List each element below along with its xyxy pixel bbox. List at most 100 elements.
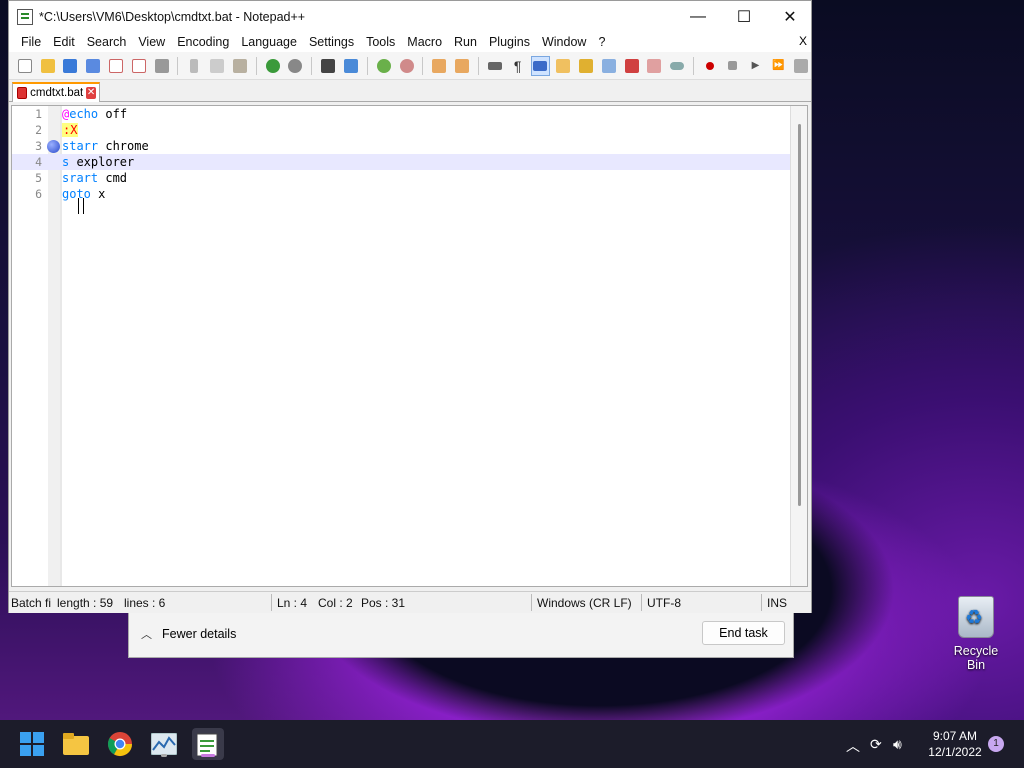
folder-workspace-icon[interactable] — [599, 56, 619, 76]
close-button[interactable]: ✕ — [767, 1, 813, 32]
save-macro-icon[interactable] — [791, 56, 811, 76]
vertical-scrollbar[interactable] — [790, 106, 807, 586]
editor-area[interactable]: 1 @echo off 2:X 3 starr chrome 4 s explorer 5 sr… — [11, 105, 808, 587]
function-list-icon[interactable] — [576, 56, 596, 76]
status-ln: Ln : 4 — [277, 596, 308, 610]
undo-icon[interactable] — [263, 56, 283, 76]
start-button[interactable] — [16, 728, 48, 760]
run-macro-multiple-icon[interactable]: ⏩ — [768, 56, 788, 76]
notification-badge[interactable]: 1 — [988, 736, 1004, 752]
code-line[interactable]: 4 s explorer — [12, 154, 792, 170]
open-file-icon[interactable] — [38, 56, 58, 76]
find-icon[interactable] — [318, 56, 338, 76]
toolbar-separator — [693, 56, 694, 75]
clock[interactable]: 9:07 AM 12/1/2022 — [920, 728, 990, 760]
volume-icon[interactable]: 🔊︎ — [893, 736, 902, 753]
close-all-icon[interactable] — [129, 56, 149, 76]
copy-icon[interactable] — [207, 56, 227, 76]
running-indicator — [161, 754, 167, 757]
code-line[interactable]: 5 srart cmd — [12, 170, 792, 186]
notepadpp-window: *C:\Users\VM6\Desktop\cmdtxt.bat - Notep… — [8, 0, 812, 613]
notepadpp-app-icon[interactable] — [17, 8, 33, 25]
save-icon[interactable] — [61, 56, 81, 76]
code-token: starr — [62, 139, 99, 153]
menu-plugins[interactable]: Plugins — [483, 35, 536, 49]
menu-macro[interactable]: Macro — [401, 35, 448, 49]
zoom-in-icon[interactable] — [374, 56, 394, 76]
menu-run[interactable]: Run — [448, 35, 483, 49]
status-col: Col : 2 — [318, 596, 353, 610]
play-macro-icon[interactable]: ▶ — [746, 56, 766, 76]
eye-icon[interactable] — [667, 56, 687, 76]
doc-map-icon[interactable] — [553, 56, 573, 76]
show-hidden-icons-button[interactable]: ︿ — [846, 736, 860, 756]
show-all-chars-icon[interactable]: ¶ — [508, 56, 528, 76]
code-line[interactable]: 2:X — [12, 122, 792, 138]
scroll-thumb[interactable] — [798, 124, 801, 506]
menu-tools[interactable]: Tools — [360, 35, 401, 49]
status-length: length : 59 — [57, 596, 114, 610]
menu-settings[interactable]: Settings — [303, 35, 360, 49]
close-icon[interactable] — [106, 56, 126, 76]
close-document-button[interactable]: X — [799, 34, 807, 48]
chrome-icon — [107, 732, 132, 757]
stop-record-icon[interactable] — [723, 56, 743, 76]
cut-icon[interactable] — [184, 56, 204, 76]
toolbar-separator — [177, 56, 179, 75]
status-encoding: UTF-8 — [647, 596, 681, 610]
sync-vertical-icon[interactable] — [429, 56, 449, 76]
file-explorer-button[interactable] — [60, 728, 92, 760]
record-macro-icon[interactable] — [700, 56, 720, 76]
minimize-button[interactable]: — — [675, 1, 721, 32]
code-token: cmd — [98, 171, 128, 185]
word-wrap-icon[interactable] — [485, 56, 505, 76]
status-lines: lines : 6 — [124, 596, 166, 610]
line-number: 4 — [35, 155, 42, 169]
chrome-button[interactable] — [104, 728, 136, 760]
sync-horizontal-icon[interactable] — [452, 56, 472, 76]
replace-icon[interactable] — [341, 56, 361, 76]
menu-search[interactable]: Search — [81, 35, 133, 49]
redo-icon[interactable] — [286, 56, 306, 76]
tab-label: cmdtxt.bat — [30, 87, 84, 99]
status-pos: Pos : 31 — [361, 596, 406, 610]
new-file-icon[interactable] — [15, 56, 35, 76]
paste-icon[interactable] — [230, 56, 250, 76]
task-manager-icon — [151, 733, 177, 755]
doc-switcher-icon[interactable] — [644, 56, 664, 76]
unsaved-file-icon — [17, 87, 28, 99]
status-separator — [531, 594, 532, 611]
status-file-type: Batch fi — [11, 596, 52, 610]
tab-close-icon[interactable]: ✕ — [86, 87, 96, 99]
code-line[interactable]: 3 starr chrome — [12, 138, 792, 154]
clock-time: 9:07 AM — [932, 729, 978, 743]
save-all-icon[interactable] — [83, 56, 103, 76]
menu-language[interactable]: Language — [235, 35, 303, 49]
tab-cmdtxt[interactable]: cmdtxt.bat ✕ — [12, 82, 100, 102]
toolbar-separator — [477, 56, 479, 75]
recycle-bin-shortcut[interactable]: Recycle Bin — [944, 596, 1008, 672]
code-text: :X — [62, 122, 79, 138]
task-manager-button[interactable] — [148, 728, 180, 760]
title-bar[interactable]: *C:\Users\VM6\Desktop\cmdtxt.bat - Notep… — [9, 1, 811, 32]
maximize-button[interactable]: ☐ — [721, 1, 767, 32]
code-line[interactable]: 1 @echo off — [12, 106, 792, 122]
menu-file[interactable]: File — [15, 35, 47, 49]
bookmark-icon[interactable] — [47, 140, 60, 153]
print-icon[interactable] — [152, 56, 172, 76]
network-icon[interactable]: ⟳ — [870, 736, 882, 753]
menu-encoding[interactable]: Encoding — [171, 35, 235, 49]
toolbar-separator — [366, 56, 368, 75]
menu-edit[interactable]: Edit — [47, 35, 81, 49]
code-text: s explorer — [62, 154, 134, 170]
monitoring-icon[interactable] — [622, 56, 642, 76]
code-line[interactable]: 6 goto x — [12, 186, 792, 202]
menu-window[interactable]: Window — [536, 35, 592, 49]
fewer-details-button[interactable]: ︿ Fewer details — [141, 626, 236, 642]
zoom-out-icon[interactable] — [397, 56, 417, 76]
end-task-button[interactable]: End task — [702, 621, 785, 645]
indent-guide-icon[interactable] — [530, 55, 551, 76]
menu-help[interactable]: ? — [592, 35, 611, 49]
notepadpp-taskbar-button[interactable] — [192, 728, 224, 760]
menu-view[interactable]: View — [132, 35, 171, 49]
